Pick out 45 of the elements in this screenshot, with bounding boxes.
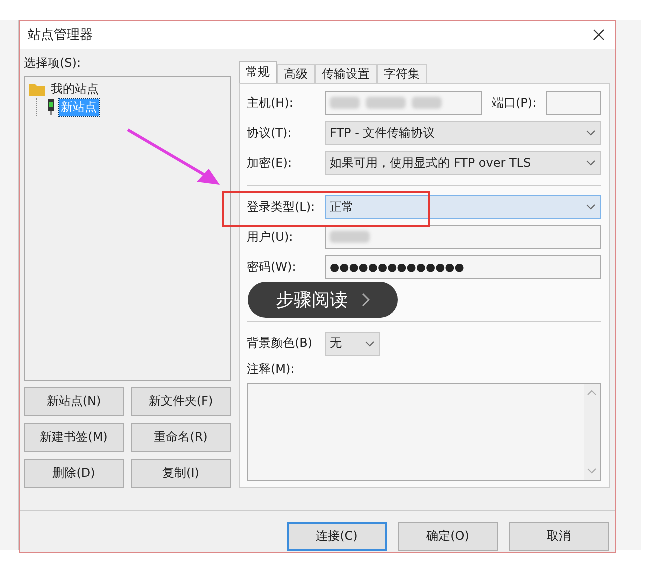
field-label: 端口(P): — [492, 94, 538, 112]
close-icon[interactable] — [593, 29, 605, 41]
caret-icon — [586, 130, 596, 136]
user-field[interactable] — [325, 225, 601, 250]
field-label: 登录类型(L): — [247, 198, 316, 216]
password-field[interactable]: ●●●●●●●●●●●●●● — [325, 255, 601, 280]
encryption-select[interactable]: 如果可用，使用显式的 FTP over TLS — [325, 151, 601, 176]
dialog-button[interactable]: 连接(C) — [287, 522, 387, 551]
scroll-up-icon[interactable] — [587, 390, 597, 396]
tree-item[interactable]: 我的站点 — [49, 80, 101, 98]
site-button[interactable]: 复制(I) — [131, 459, 231, 488]
site-button[interactable]: 删除(D) — [24, 459, 124, 488]
server-icon — [47, 99, 55, 115]
field-label: 协议(T): — [247, 124, 293, 142]
protocol-select[interactable]: FTP - 文件传输协议 — [325, 121, 601, 146]
dialog-button[interactable]: 取消 — [509, 522, 609, 551]
field-label: 用户(U): — [247, 228, 294, 246]
field-label: 主机(H): — [247, 94, 294, 112]
field-label: 注释(M): — [247, 361, 296, 378]
color-select[interactable]: 无 — [325, 332, 380, 356]
field-label: 密码(W): — [247, 258, 298, 276]
site-button[interactable]: 新文件夹(F) — [131, 387, 231, 416]
tab[interactable]: 传输设置 — [315, 64, 377, 83]
dialog-button[interactable]: 确定(O) — [398, 522, 498, 551]
tab[interactable]: 高级 — [277, 64, 315, 83]
site-button[interactable]: 重命名(R) — [131, 423, 231, 452]
step-reading-overlay[interactable]: 步骤阅读 — [248, 282, 398, 318]
scroll-down-icon[interactable] — [587, 468, 597, 474]
comments-field[interactable] — [247, 383, 601, 482]
folder-icon — [29, 82, 45, 96]
site-button[interactable]: 新建书签(M) — [24, 423, 124, 452]
chevron-icon — [362, 293, 370, 307]
field-label: 加密(E): — [247, 154, 293, 172]
logon-type-select[interactable]: 正常 — [325, 195, 601, 220]
caret-icon — [586, 160, 596, 166]
port-field[interactable] — [546, 91, 601, 116]
tree-label: 选择项(S): — [24, 55, 82, 72]
site-button[interactable]: 新站点(N) — [24, 387, 124, 416]
caret-icon — [365, 340, 375, 347]
field-label: 背景颜色(B) — [247, 335, 314, 352]
tab[interactable]: 字符集 — [377, 64, 427, 83]
caret-icon — [586, 204, 596, 210]
host-field[interactable] — [325, 91, 482, 116]
tab[interactable]: 常规 — [239, 61, 277, 83]
window-title: 站点管理器 — [28, 27, 93, 44]
